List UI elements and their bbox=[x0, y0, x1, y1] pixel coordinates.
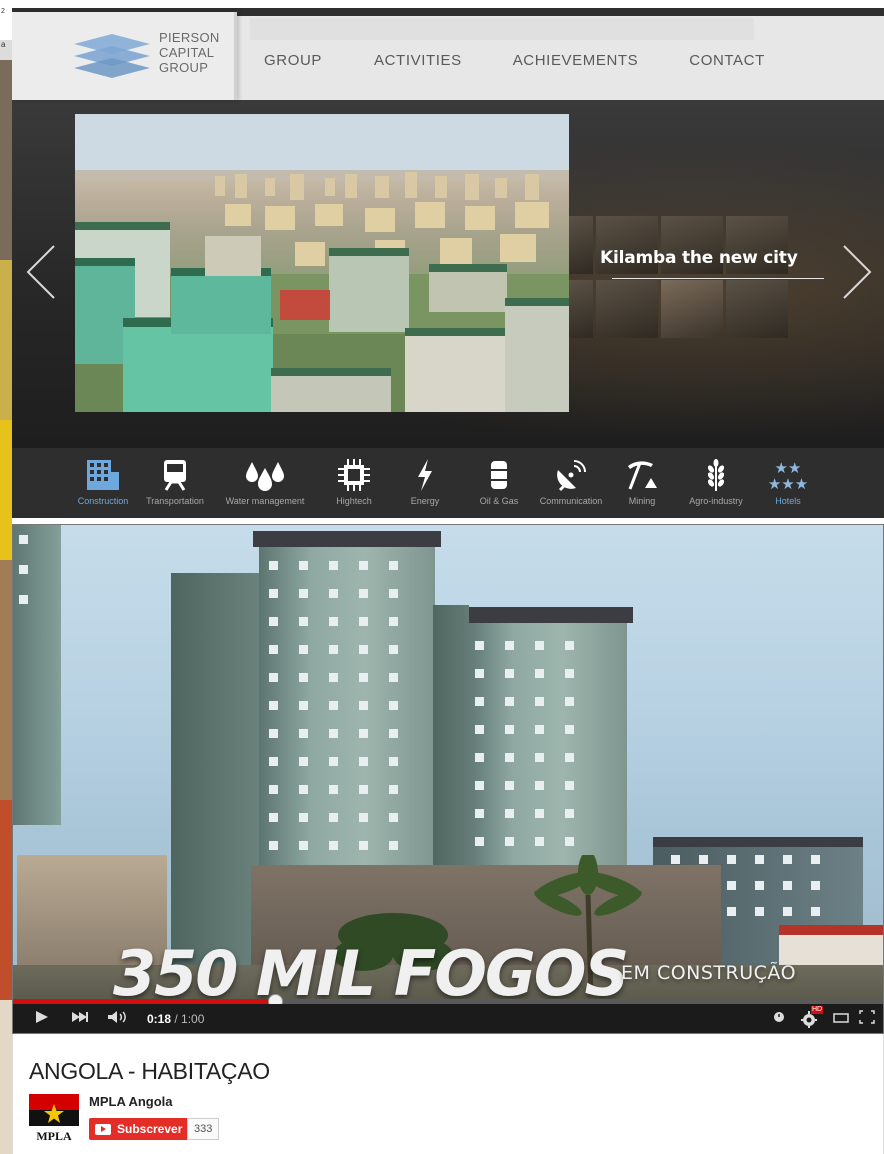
nav-contact[interactable]: CONTACT bbox=[689, 52, 765, 69]
current-time: 0:18 bbox=[147, 1012, 172, 1026]
theater-mode-icon[interactable] bbox=[833, 1010, 849, 1028]
category-water-management[interactable]: Water management bbox=[224, 458, 306, 506]
slide-thumbnails bbox=[569, 216, 789, 344]
slide-caption[interactable]: Kilamba the new city bbox=[600, 248, 798, 268]
thumbnail[interactable] bbox=[661, 280, 723, 338]
pierson-website: PIERSON CAPITAL GROUP GROUP ACTIVITIES A… bbox=[12, 8, 884, 518]
time-display: 0:18 / 1:00 bbox=[147, 1012, 205, 1026]
category-agro-industry[interactable]: Agro-industry bbox=[686, 458, 746, 506]
watch-later-icon[interactable] bbox=[773, 1010, 785, 1028]
channel-name[interactable]: MPLA Angola bbox=[89, 1094, 173, 1109]
caption-underline bbox=[612, 278, 824, 279]
video-controls: 0:18 / 1:00 HD bbox=[13, 1004, 883, 1033]
video-info: ANGOLA - HABITAÇAO MPLA MPLA Angola Subs… bbox=[12, 1034, 884, 1154]
category-mining[interactable]: Mining bbox=[624, 458, 660, 506]
category-energy[interactable]: Energy bbox=[408, 458, 442, 506]
logo-text: PIERSON CAPITAL GROUP bbox=[159, 30, 220, 75]
subscriber-count: 333 bbox=[187, 1118, 220, 1140]
edge-text-fragment: 2 bbox=[1, 8, 5, 15]
city-photo bbox=[75, 114, 569, 412]
category-bar: Construction Transportation Water manage… bbox=[12, 448, 884, 518]
page: 2 a PIERSON CAPITAL GROUP GROUP ACTIVITI… bbox=[0, 0, 884, 1154]
hd-badge: HD bbox=[811, 1006, 824, 1014]
chip-icon bbox=[330, 458, 378, 496]
settings-gear-icon[interactable]: HD bbox=[801, 1006, 824, 1032]
youtube-play-icon bbox=[95, 1123, 111, 1135]
edge-text-fragment: a bbox=[1, 40, 6, 49]
lightning-icon bbox=[408, 458, 442, 496]
adjacent-window-edge: 2 a bbox=[0, 0, 12, 1154]
thumbnail[interactable] bbox=[726, 280, 788, 338]
slide-image[interactable] bbox=[75, 114, 569, 412]
satellite-dish-icon bbox=[537, 458, 605, 496]
duration: 1:00 bbox=[181, 1012, 205, 1026]
water-drops-icon bbox=[224, 458, 306, 496]
nav-achievements[interactable]: ACHIEVEMENTS bbox=[513, 52, 639, 69]
nav-group[interactable]: GROUP bbox=[264, 52, 322, 69]
logo-layers-icon bbox=[74, 34, 150, 78]
stars-icon: ★★ ★★★ bbox=[767, 460, 809, 493]
barrel-icon bbox=[474, 458, 524, 496]
wheat-icon bbox=[686, 458, 746, 496]
slider-next-arrow-icon[interactable] bbox=[842, 244, 872, 300]
category-transportation[interactable]: Transportation bbox=[145, 458, 205, 506]
thumbnail[interactable] bbox=[596, 280, 658, 338]
train-icon bbox=[145, 458, 205, 496]
subscribe-button[interactable]: Subscrever bbox=[89, 1118, 191, 1140]
thumbnail[interactable] bbox=[569, 216, 593, 274]
building-icon bbox=[76, 458, 130, 496]
category-hightech[interactable]: Hightech bbox=[330, 458, 378, 506]
play-icon[interactable] bbox=[35, 1010, 49, 1028]
main-nav: GROUP ACTIVITIES ACHIEVEMENTS CONTACT bbox=[264, 52, 765, 69]
pickaxe-icon bbox=[624, 458, 660, 496]
category-oil-gas[interactable]: Oil & Gas bbox=[474, 458, 524, 506]
channel-avatar[interactable]: MPLA bbox=[29, 1094, 79, 1144]
video-overlay-subtitle: EM CONSTRUÇÃO bbox=[621, 962, 797, 984]
slider-prev-arrow-icon[interactable] bbox=[26, 244, 56, 300]
next-icon[interactable] bbox=[71, 1010, 89, 1028]
logo[interactable]: PIERSON CAPITAL GROUP bbox=[12, 12, 237, 100]
category-communication[interactable]: Communication bbox=[537, 458, 605, 506]
video-title: ANGOLA - HABITAÇAO bbox=[29, 1058, 270, 1084]
category-hotels[interactable]: ★★ ★★★ Hotels bbox=[760, 458, 816, 507]
thumbnail[interactable] bbox=[569, 280, 593, 338]
fullscreen-icon[interactable] bbox=[859, 1010, 875, 1028]
video-player[interactable]: 350 MIL FOGOS EM CONSTRUÇÃO 0:18 / 1:00 bbox=[12, 524, 884, 1034]
building-left bbox=[13, 525, 61, 825]
nav-activities[interactable]: ACTIVITIES bbox=[374, 52, 462, 69]
header-bar: PIERSON CAPITAL GROUP GROUP ACTIVITIES A… bbox=[12, 8, 884, 100]
category-construction[interactable]: Construction bbox=[76, 458, 130, 506]
volume-icon[interactable] bbox=[107, 1010, 129, 1028]
flag-text: MPLA bbox=[36, 1129, 72, 1143]
